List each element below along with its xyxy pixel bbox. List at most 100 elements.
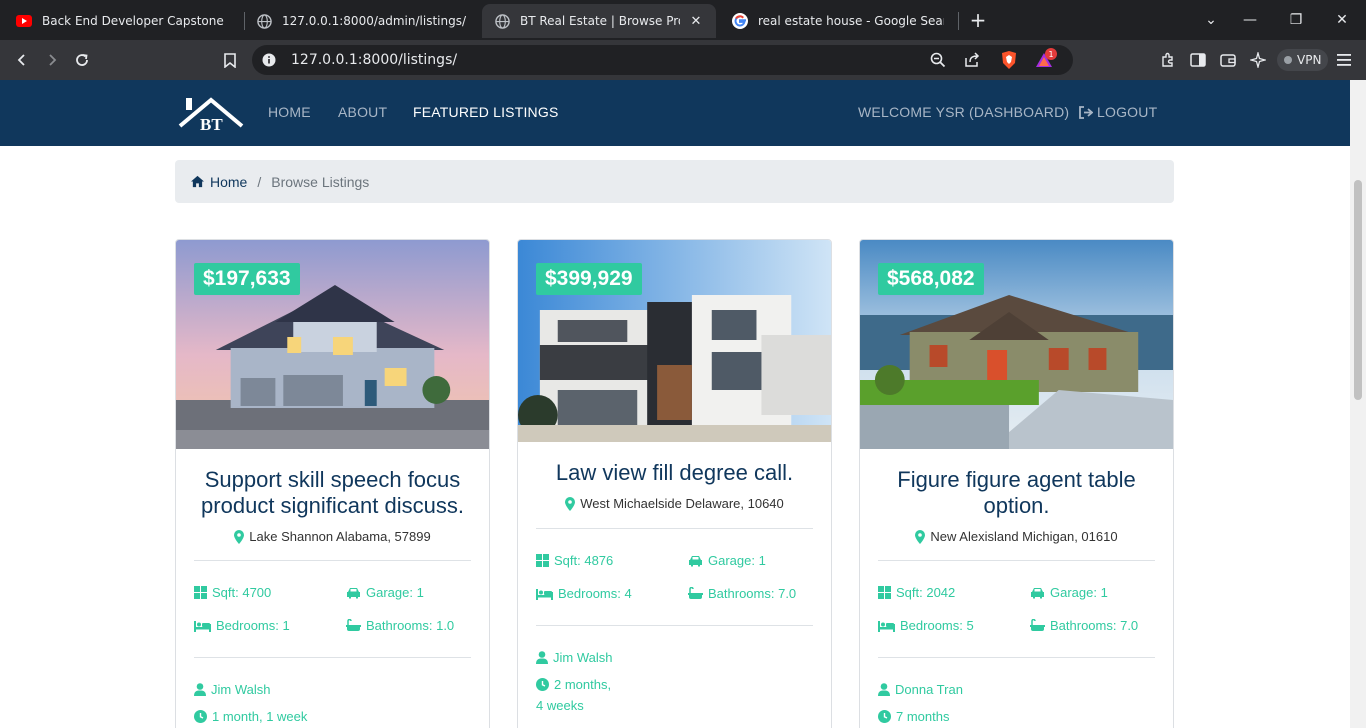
home-icon — [191, 175, 204, 188]
back-button[interactable] — [10, 48, 34, 72]
spec-bathrooms-text: Bathrooms: 1.0 — [366, 618, 455, 633]
listing-realtor: Jim Walsh — [194, 682, 471, 697]
bath-icon — [346, 619, 361, 631]
youtube-icon — [16, 13, 32, 29]
map-marker-icon — [915, 529, 926, 544]
location-text: West Michaelside Delaware, 10640 — [580, 496, 784, 511]
listing-realtor: Jim Walsh — [536, 650, 813, 665]
globe-icon — [256, 13, 272, 29]
page-scrollbar[interactable] — [1350, 80, 1366, 728]
listing-title[interactable]: Figure figure agent table option. — [860, 467, 1173, 519]
nav-logout[interactable]: LOGOUT — [1078, 104, 1157, 120]
spec-sqft: Sqft: 4876 — [536, 553, 688, 568]
vpn-label: VPN — [1297, 53, 1322, 67]
shield-badge: 1 — [1045, 48, 1057, 60]
window-close-button[interactable]: ✕ — [1330, 8, 1354, 32]
logout-label: LOGOUT — [1097, 104, 1158, 120]
listing-meta: Jim Walsh 1 month, 1 week — [176, 682, 489, 724]
browser-tab-youtube[interactable]: Back End Developer Capstone || Bac — [4, 4, 240, 38]
spec-garage-text: Garage: 1 — [366, 585, 424, 600]
price-badge: $399,929 — [536, 263, 642, 295]
grid-icon — [536, 554, 549, 567]
site-info-icon[interactable] — [257, 48, 281, 72]
clock-icon — [194, 710, 207, 723]
listing-meta: Donna Tran 7 months — [860, 682, 1173, 724]
bed-icon — [194, 620, 211, 632]
brave-shield-icon[interactable] — [997, 48, 1021, 72]
listing-card: $399,929 Law view fill degree call. West… — [517, 239, 832, 728]
listing-specs: Sqft: 4876 Garage: 1 Bedrooms: 4 Bathroo… — [518, 553, 831, 601]
listing-title[interactable]: Law view fill degree call. — [518, 460, 831, 486]
car-icon — [347, 587, 360, 598]
grid-icon — [878, 586, 891, 599]
wallet-icon[interactable] — [1216, 48, 1240, 72]
price-badge: $568,082 — [878, 263, 984, 295]
breadcrumb-home[interactable]: Home — [190, 174, 247, 190]
browser-tab-admin[interactable]: 127.0.0.1:8000/admin/listings/listing — [244, 4, 478, 38]
car-icon — [689, 555, 702, 566]
spec-sqft: Sqft: 2042 — [878, 585, 1030, 600]
spec-bathrooms: Bathrooms: 7.0 — [688, 586, 818, 601]
extensions-icon[interactable] — [1156, 48, 1180, 72]
forward-button[interactable] — [40, 48, 64, 72]
user-icon — [194, 683, 206, 696]
zoom-icon[interactable] — [926, 48, 950, 72]
map-marker-icon — [234, 529, 245, 544]
vpn-status-icon — [1284, 56, 1292, 64]
location-text: Lake Shannon Alabama, 57899 — [249, 529, 431, 544]
nav-about[interactable]: ABOUT — [338, 104, 387, 120]
logo[interactable]: BT — [178, 96, 244, 134]
listing-specs: Sqft: 2042 Garage: 1 Bedrooms: 5 Bathroo… — [860, 585, 1173, 633]
spec-garage: Garage: 1 — [346, 585, 476, 600]
breadcrumb-current: Browse Listings — [271, 173, 370, 190]
listed-ago-continued: 4 weeks — [536, 698, 584, 713]
close-icon[interactable]: ✕ — [688, 13, 704, 29]
listing-date: 2 months, — [536, 677, 813, 692]
menu-icon[interactable] — [1332, 48, 1356, 72]
vpn-button[interactable]: VPN — [1277, 49, 1329, 71]
listing-photo[interactable]: $568,082 — [860, 240, 1173, 449]
listing-location: Lake Shannon Alabama, 57899 — [176, 529, 489, 544]
listing-title[interactable]: Support skill speech focus product signi… — [176, 467, 489, 519]
listing-card: $197,633 Support skill speech focus prod… — [175, 239, 490, 728]
sidebar-icon[interactable] — [1186, 48, 1210, 72]
url-text: 127.0.0.1:8000/listings/ — [291, 52, 458, 68]
bookmark-icon[interactable] — [218, 48, 242, 72]
spec-bedrooms: Bedrooms: 5 — [878, 618, 1030, 633]
restore-button[interactable]: ❐ — [1284, 8, 1308, 32]
logout-icon — [1079, 105, 1093, 119]
share-icon[interactable] — [960, 48, 984, 72]
minimize-button[interactable]: — — [1238, 8, 1262, 32]
spec-bedrooms: Bedrooms: 1 — [194, 618, 346, 633]
map-marker-icon — [565, 496, 576, 511]
spec-bedrooms-text: Bedrooms: 5 — [900, 618, 974, 633]
scrollbar-thumb[interactable] — [1354, 180, 1362, 400]
bed-icon — [536, 588, 553, 600]
globe-icon — [494, 13, 510, 29]
tab-title: Back End Developer Capstone || Bac — [42, 14, 228, 28]
listed-ago: 1 month, 1 week — [212, 709, 308, 724]
new-tab-button[interactable]: + — [966, 8, 990, 32]
nav-dashboard[interactable]: WELCOME YSR (DASHBOARD) — [858, 104, 1069, 120]
logo-text: BT — [200, 115, 223, 132]
realtor-name: Donna Tran — [895, 682, 963, 697]
browser-tab-active[interactable]: BT Real Estate | Browse Properti ✕ — [482, 4, 716, 38]
spec-sqft-text: Sqft: 4700 — [212, 585, 272, 600]
spec-sqft-text: Sqft: 4876 — [554, 553, 614, 568]
nav-home[interactable]: HOME — [268, 104, 311, 120]
nav-featured-listings[interactable]: FEATURED LISTINGS — [413, 104, 559, 120]
spec-sqft-text: Sqft: 2042 — [896, 585, 956, 600]
spec-sqft: Sqft: 4700 — [194, 585, 346, 600]
leo-ai-icon[interactable] — [1246, 48, 1270, 72]
chevron-down-icon[interactable]: ⌄ — [1199, 8, 1223, 32]
spec-bedrooms-text: Bedrooms: 4 — [558, 586, 632, 601]
reload-button[interactable] — [70, 48, 94, 72]
tab-title: 127.0.0.1:8000/admin/listings/listing — [282, 14, 466, 28]
listing-photo[interactable]: $197,633 — [176, 240, 489, 449]
spec-bathrooms: Bathrooms: 7.0 — [1030, 618, 1160, 633]
listed-ago: 2 months, — [554, 677, 612, 692]
bed-icon — [878, 620, 895, 632]
price-badge: $197,633 — [194, 263, 300, 295]
browser-tab-google[interactable]: real estate house - Google Search — [720, 4, 956, 38]
listing-photo[interactable]: $399,929 — [518, 240, 831, 442]
